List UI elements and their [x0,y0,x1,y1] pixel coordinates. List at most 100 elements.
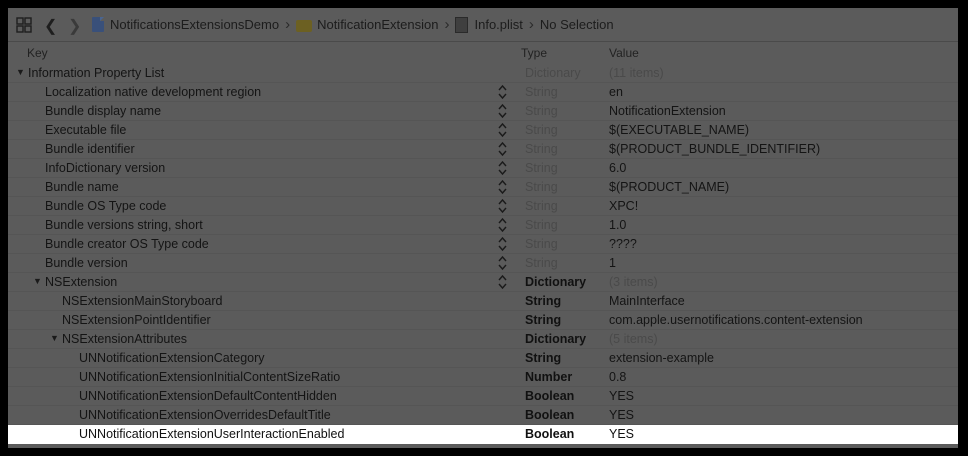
row-type[interactable]: String [525,351,561,365]
table-row[interactable]: Bundle display name String NotificationExt… [8,102,958,121]
row-type[interactable]: String [525,104,558,118]
breadcrumb-item-target[interactable]: NotificationExtension › [296,16,455,33]
row-type[interactable]: String [525,161,558,175]
row-value[interactable]: MainInterface [609,294,685,308]
key-popup-stepper-icon[interactable] [498,255,507,271]
table-row[interactable]: Bundle identifier String $(PRODUCT_BUNDLE_… [8,140,958,159]
table-row[interactable]: NSExtensionPointIdentifier String com.appl… [8,311,958,330]
table-row[interactable]: Bundle OS Type code String XPC! [8,197,958,216]
row-type[interactable]: String [525,256,558,270]
row-type[interactable]: Boolean [525,389,574,403]
row-type[interactable]: String [525,313,561,327]
row-key: Information Property List [28,66,165,80]
row-value[interactable]: $(PRODUCT_NAME) [609,180,729,194]
key-popup-stepper-icon[interactable] [498,198,507,214]
column-header-value[interactable]: Value [609,46,639,60]
table-row[interactable]: ▼ NSExtension Dictionary (3 items) [8,273,958,292]
row-value[interactable]: en [609,85,623,99]
row-value[interactable]: $(EXECUTABLE_NAME) [609,123,749,137]
disclosure-triangle-icon[interactable]: ▼ [50,333,59,343]
breadcrumb-item-project[interactable]: NotificationsExtensionsDemo › [92,16,296,33]
row-value[interactable]: $(PRODUCT_BUNDLE_IDENTIFIER) [609,142,820,156]
breadcrumb-item-file[interactable]: Info.plist › [455,16,539,33]
table-row[interactable]: ▼ NSExtensionAttributes Dictionary (5 items… [8,330,958,349]
key-popup-stepper-icon[interactable] [498,122,507,138]
table-row[interactable]: Bundle creator OS Type code String???? [8,235,958,254]
row-type[interactable]: String [525,85,558,99]
row-key: Localization native development region [45,85,262,99]
row-value[interactable]: YES [609,408,634,422]
row-value[interactable]: (11 items) [609,66,664,80]
table-row[interactable]: ▼ Information Property List Dictionary (11 … [8,64,958,83]
row-type[interactable]: Number [525,370,572,384]
key-popup-stepper-icon[interactable] [498,160,507,176]
row-type[interactable]: Dictionary [525,332,586,346]
table-row[interactable]: Bundle name String $(PRODUCT_NAME) [8,178,958,197]
breadcrumb-separator-icon: › [285,16,291,33]
row-type[interactable]: String [525,180,558,194]
row-key: Bundle display name [45,104,162,118]
table-row[interactable]: NSExtensionMainStoryboard String MainInter… [8,292,958,311]
table-row[interactable]: UNNotificationExtensionCategory String ext… [8,349,958,368]
row-value[interactable]: (3 items) [609,275,658,289]
row-key: Bundle identifier [45,142,135,156]
row-type[interactable]: Boolean [525,427,574,441]
forward-chevron-icon[interactable]: ❯ [68,16,81,36]
breadcrumb-item-selection[interactable]: No Selection [540,17,614,32]
row-type[interactable]: String [525,237,558,251]
table-row[interactable]: Bundle versions string, short String 1.0 [8,216,958,235]
table-row[interactable]: InfoDictionary version String 6.0 [8,159,958,178]
row-type[interactable]: String [525,199,558,213]
row-value[interactable]: YES [609,427,634,441]
row-type[interactable]: String [525,218,558,232]
table-row[interactable]: Executable file String $(EXECUTABLE_NAME) [8,121,958,140]
row-value[interactable]: com.apple.usernotifications.content-exte… [609,313,863,327]
row-value[interactable]: XPC! [609,199,638,213]
row-type[interactable]: String [525,123,558,137]
key-popup-stepper-icon[interactable] [498,179,507,195]
key-popup-stepper-icon[interactable] [498,84,507,100]
row-value[interactable]: 1 [609,256,616,270]
row-key: Bundle versions string, short [45,218,203,232]
breadcrumb-label: Info.plist [474,17,523,32]
row-type[interactable]: String [525,294,561,308]
row-value[interactable]: ???? [609,237,637,251]
breadcrumb-label: NotificationsExtensionsDemo [110,17,280,32]
row-key: Bundle creator OS Type code [45,237,209,251]
row-type[interactable]: Boolean [525,408,574,422]
table-row[interactable]: Localization native development region St… [8,83,958,102]
row-type[interactable]: String [525,142,558,156]
row-value[interactable]: YES [609,389,634,403]
row-value[interactable]: extension-example [609,351,714,365]
table-row[interactable]: Bundle version String 1 [8,254,958,273]
row-type[interactable]: Dictionary [525,275,586,289]
row-key: UNNotificationExtensionUserInteractionEn… [79,427,345,441]
key-popup-stepper-icon[interactable] [498,274,507,290]
row-key: UNNotificationExtensionDefaultContentHid… [79,389,337,403]
row-key: Bundle name [45,180,119,194]
back-chevron-icon[interactable]: ❮ [44,16,57,36]
column-header-type[interactable]: Type [521,46,547,60]
breadcrumb: NotificationsExtensionsDemo › Notificati… [92,16,614,33]
row-value[interactable]: 6.0 [609,161,626,175]
related-items-grid-icon[interactable] [16,17,32,33]
row-value[interactable]: NotificationExtension [609,104,726,118]
column-header-key[interactable]: Key [27,46,48,60]
table-row[interactable]: UNNotificationExtensionInitialContentSiz… [8,368,958,387]
row-type[interactable]: Dictionary [525,66,581,80]
row-value[interactable]: 0.8 [609,370,626,384]
table-row[interactable]: UNNotificationExtensionDefaultContentHid… [8,387,958,406]
table-row[interactable]: UNNotificationExtensionOverridesDefaultT… [8,406,958,425]
row-value[interactable]: (5 items) [609,332,658,346]
plist-rows: ▼ Information Property List Dictionary (11 … [8,64,958,444]
row-key: Bundle version [45,256,128,270]
folder-icon [296,19,313,32]
key-popup-stepper-icon[interactable] [498,236,507,252]
key-popup-stepper-icon[interactable] [498,103,507,119]
disclosure-triangle-icon[interactable]: ▼ [33,276,42,286]
table-row[interactable]: UNNotificationExtensionUserInteractionEn… [8,425,958,444]
row-value[interactable]: 1.0 [609,218,626,232]
disclosure-triangle-icon[interactable]: ▼ [16,67,25,77]
key-popup-stepper-icon[interactable] [498,217,507,233]
key-popup-stepper-icon[interactable] [498,141,507,157]
